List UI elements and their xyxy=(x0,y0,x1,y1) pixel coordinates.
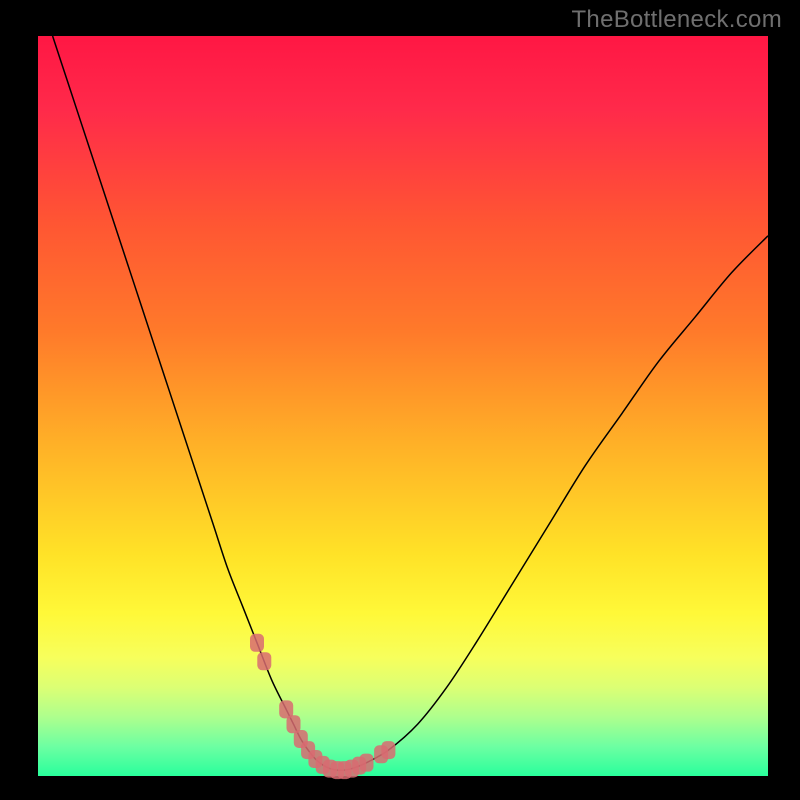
plot-area xyxy=(38,36,768,776)
curve-marker xyxy=(257,652,271,670)
chart-container: TheBottleneck.com xyxy=(0,0,800,800)
curve-marker xyxy=(250,634,264,652)
curve-marker xyxy=(381,741,395,759)
watermark-text: TheBottleneck.com xyxy=(571,6,782,34)
curve-marker xyxy=(360,754,374,772)
bottleneck-chart xyxy=(0,0,800,800)
